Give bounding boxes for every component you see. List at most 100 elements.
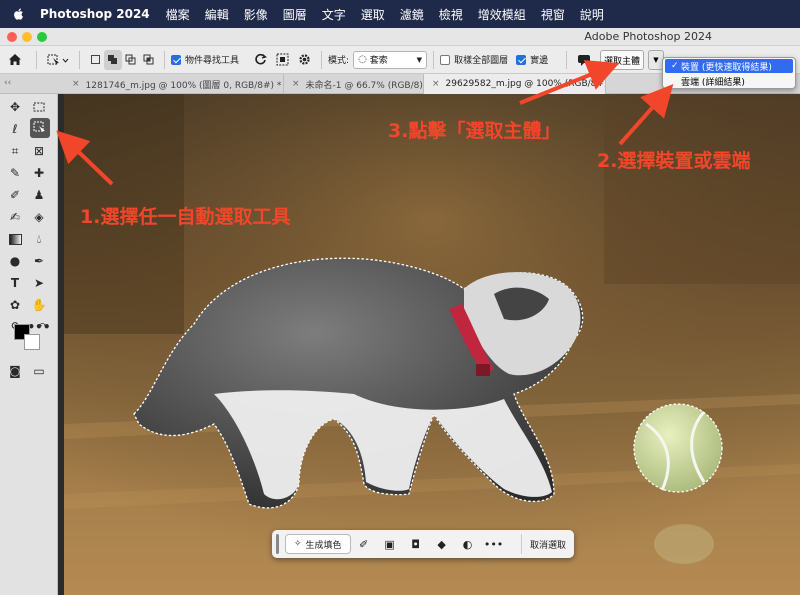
menu-filter[interactable]: 濾鏡	[400, 6, 424, 23]
clone-stamp-tool[interactable]: ♟	[30, 186, 48, 204]
close-tab-icon[interactable]: ×	[72, 79, 80, 89]
blur-tool[interactable]: 💧︎	[30, 230, 48, 248]
intersect-selection-icon	[143, 54, 154, 64]
menu-type[interactable]: 文字	[322, 6, 346, 23]
quick-mask-button[interactable]: ◙	[6, 362, 24, 380]
history-brush-icon: ✍	[9, 210, 21, 224]
modify-selection-button[interactable]: ✐	[351, 538, 377, 551]
adjustment-layer-button[interactable]: ◐	[455, 538, 481, 551]
fill-selection-button[interactable]: ◆	[429, 538, 455, 551]
app-name-menu[interactable]: Photoshop 2024	[40, 7, 150, 21]
move-icon: ✥	[9, 100, 21, 114]
close-window-button[interactable]	[7, 32, 17, 42]
menu-view[interactable]: 檢視	[439, 6, 463, 23]
tab-document-3[interactable]: × 29629582_m.jpg @ 100% (RGB/8#)	[424, 74, 606, 94]
gradient-icon	[8, 233, 22, 245]
object-selection-tool[interactable]	[30, 118, 50, 138]
menu-window[interactable]: 視窗	[541, 6, 565, 23]
window-title: Adobe Photoshop 2024	[584, 30, 712, 43]
screen-mode-button[interactable]: ▭	[30, 362, 48, 380]
hard-edge-checkbox[interactable]	[516, 54, 527, 65]
show-objects-icon	[276, 53, 289, 66]
drag-handle[interactable]	[276, 534, 279, 554]
swap-colors-icon[interactable]: ↶	[38, 322, 46, 332]
add-to-selection-button[interactable]	[104, 49, 122, 70]
collapse-panel-icon[interactable]: ‹‹	[4, 78, 11, 88]
divider	[79, 50, 80, 69]
frame-tool[interactable]: ⊠	[30, 142, 48, 160]
chevron-down-icon: ▼	[416, 55, 423, 64]
menu-file[interactable]: 檔案	[166, 6, 190, 23]
apple-icon[interactable]	[12, 7, 26, 21]
object-finder-checkbox[interactable]	[171, 54, 181, 65]
minimize-window-button[interactable]	[22, 32, 32, 42]
refresh-button[interactable]	[249, 50, 271, 70]
deselect-button[interactable]: 取消選取	[520, 534, 574, 554]
menu-select[interactable]: 選取	[361, 6, 385, 23]
select-subject-mode-menu: ✓ 裝置 (更快速取得結果) 雲端 (詳細結果)	[662, 57, 796, 89]
mode-dropdown[interactable]: ◌ 套索 ▼	[353, 50, 428, 69]
invert-selection-button[interactable]: ▣	[377, 538, 403, 551]
settings-button[interactable]	[293, 50, 315, 70]
tab-document-2[interactable]: × 未命名-1 @ 66.7% (RGB/8)	[284, 74, 424, 94]
bandage-icon: ✚	[33, 166, 45, 180]
background-color-swatch[interactable]	[24, 334, 40, 350]
sample-all-layers-checkbox[interactable]	[440, 54, 451, 65]
tab-label: 1281746_m.jpg @ 100% (圖層 0, RGB/8#) *	[85, 80, 282, 91]
crop-icon: ⌗	[11, 143, 19, 158]
show-all-objects-button[interactable]	[271, 50, 293, 70]
invert-selection-icon: ▣	[384, 537, 395, 551]
divider	[433, 50, 435, 69]
menu-item-device[interactable]: ✓ 裝置 (更快速取得結果)	[665, 59, 793, 73]
path-selection-tool[interactable]: ➤	[30, 274, 48, 292]
create-mask-button[interactable]: ◘	[403, 538, 429, 551]
hand-tool[interactable]: ✋	[30, 296, 48, 314]
generative-fill-button[interactable]: ✧ 生成填色	[285, 534, 351, 554]
gradient-tool[interactable]	[6, 230, 24, 248]
object-selection-icon	[33, 121, 45, 134]
contextual-task-bar: ✧ 生成填色 ✐ ▣ ◘ ◆ ◐ ••• 取消選取	[272, 530, 574, 558]
divider	[36, 50, 37, 69]
sparkle-icon: ✧	[294, 539, 302, 549]
select-subject-button[interactable]: 選取主體	[600, 50, 644, 70]
frame-icon: ⊠	[33, 144, 45, 158]
dodge-tool[interactable]: ●	[6, 252, 24, 270]
brush-tool[interactable]: ✐	[6, 186, 24, 204]
crop-tool[interactable]: ⌗	[6, 142, 24, 160]
pen-tool[interactable]: ✒	[30, 252, 48, 270]
close-tab-icon[interactable]: ×	[432, 79, 440, 89]
drop-icon: 💧︎	[36, 231, 42, 246]
menu-help[interactable]: 說明	[580, 6, 604, 23]
shape-tool[interactable]: ✿	[6, 296, 24, 314]
lasso-tool[interactable]: ℓ	[6, 120, 24, 138]
annotation-step-1: 1.選擇任一自動選取工具	[80, 206, 291, 228]
tab-label: 29629582_m.jpg @ 100% (RGB/8#)	[445, 79, 606, 89]
type-tool[interactable]: T	[6, 274, 24, 292]
healing-brush-tool[interactable]: ✚	[30, 164, 48, 182]
intersect-selection-button[interactable]	[140, 50, 158, 70]
checkmark-icon: ✓	[671, 61, 679, 71]
tab-document-1[interactable]: × 1281746_m.jpg @ 100% (圖層 0, RGB/8#) *	[64, 74, 284, 94]
home-button[interactable]	[0, 50, 30, 70]
eyedropper-tool[interactable]: ✎	[6, 164, 24, 182]
menu-item-cloud[interactable]: 雲端 (詳細結果)	[665, 74, 793, 88]
menu-plugins[interactable]: 增效模組	[478, 6, 526, 23]
move-tool[interactable]: ✥	[6, 98, 24, 116]
history-brush-tool[interactable]: ✍	[6, 208, 24, 226]
zoom-window-button[interactable]	[37, 32, 47, 42]
more-icon: •••	[483, 537, 504, 551]
menu-edit[interactable]: 編輯	[205, 6, 229, 23]
feedback-button[interactable]	[573, 50, 595, 70]
close-tab-icon[interactable]: ×	[292, 79, 300, 89]
subtract-selection-button[interactable]	[122, 50, 140, 70]
menu-item-label: 裝置 (更快速取得結果)	[681, 62, 772, 73]
brush-icon: ✐	[9, 188, 21, 202]
more-options-button[interactable]: •••	[481, 538, 507, 551]
tool-preset-picker[interactable]	[43, 50, 73, 70]
marquee-tool[interactable]	[30, 98, 48, 116]
eraser-tool[interactable]: ◈	[30, 208, 48, 226]
hand-icon: ✋	[31, 298, 47, 312]
new-selection-button[interactable]	[86, 50, 104, 70]
menu-layer[interactable]: 圖層	[283, 6, 307, 23]
menu-image[interactable]: 影像	[244, 6, 268, 23]
